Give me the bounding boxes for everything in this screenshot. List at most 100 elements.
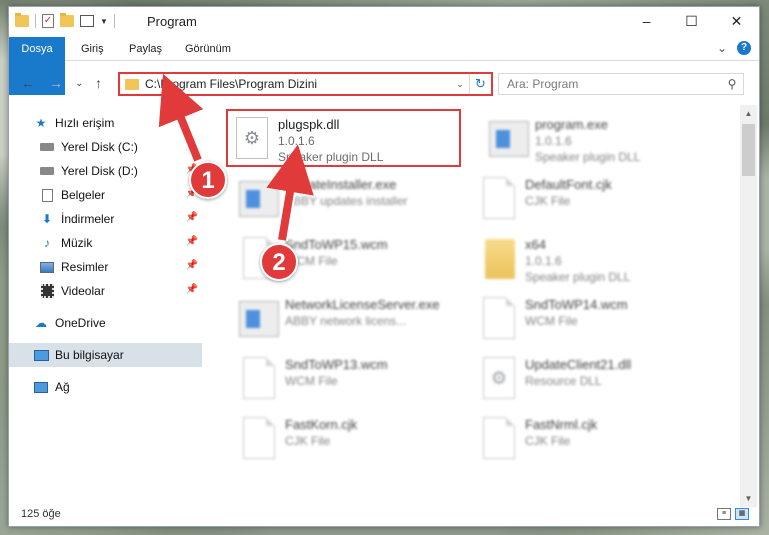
file-name: plugspk.dll — [278, 117, 340, 132]
sidebar-item-label: Ağ — [55, 380, 70, 394]
file-item-program-exe[interactable]: program.exe 1.0.1.6 Speaker plugin DLL — [485, 111, 720, 169]
toolbar-separator — [113, 14, 115, 28]
computer-icon — [33, 348, 49, 362]
customize-icon[interactable] — [80, 15, 94, 27]
file-type: CJK File — [285, 434, 331, 448]
step-1-badge: 1 — [189, 161, 227, 199]
toolbar-separator — [35, 14, 36, 28]
minimize-button[interactable]: – — [624, 7, 669, 37]
sidebar-item-this-pc[interactable]: Bu bilgisayar — [9, 343, 202, 367]
file-type: WCM File — [285, 374, 338, 388]
drive-icon — [39, 140, 55, 154]
expand-ribbon-icon[interactable]: ⌄ — [717, 41, 727, 55]
document-icon — [479, 295, 519, 343]
file-item-updateclient21-dll[interactable]: ⚙ UpdateClient21.dll Resource DLL — [475, 351, 710, 409]
file-item-fastkorn-cjk[interactable]: FastKorn.cjk CJK File — [235, 411, 470, 469]
window-title: Program — [147, 14, 197, 29]
file-name: program.exe — [535, 117, 608, 132]
sidebar-item-pictures[interactable]: Resimler 📌 — [39, 255, 202, 279]
close-button[interactable]: ✕ — [714, 7, 759, 37]
document-icon — [479, 175, 519, 223]
documents-icon — [39, 188, 55, 202]
videos-icon — [39, 284, 55, 298]
sidebar-item-label: Hızlı erişim — [55, 116, 115, 130]
document-icon — [239, 415, 279, 463]
refresh-icon[interactable]: ↻ — [469, 74, 491, 94]
sidebar-item-onedrive[interactable]: ☁ OneDrive — [33, 311, 202, 335]
search-icon: ⚲ — [727, 77, 737, 91]
scrollbar-thumb[interactable] — [742, 124, 755, 176]
address-bar[interactable]: C:\Program Files\Program Dizini ⌄ ↻ — [118, 72, 493, 96]
pin-icon[interactable]: 📌 — [186, 284, 198, 295]
file-type: CJK File — [525, 434, 571, 448]
file-name: SndToWP13.wcm — [285, 357, 388, 372]
drive-icon — [39, 164, 55, 178]
scroll-up-icon[interactable]: ▲ — [740, 105, 757, 122]
sidebar-item-quick-access[interactable]: ★ Hızlı erişim — [33, 111, 202, 135]
maximize-button[interactable]: ☐ — [669, 7, 714, 37]
sidebar-item-documents[interactable]: Belgeler 📌 — [39, 183, 202, 207]
folder-icon[interactable] — [15, 13, 29, 27]
exe-icon — [489, 115, 529, 163]
sidebar-item-disk-d[interactable]: Yerel Disk (D:) 📌 — [39, 159, 202, 183]
sidebar-item-network[interactable]: Ağ — [33, 375, 202, 399]
sidebar-item-label: Yerel Disk (D:) — [61, 164, 138, 178]
help-icon[interactable]: ? — [737, 41, 751, 55]
file-description: Speaker plugin DLL — [278, 150, 384, 164]
file-list: ⚙ plugspk.dll 1.0.1.6 Speaker plugin DLL… — [209, 105, 739, 505]
file-item-sndtowp13-wcm[interactable]: SndToWP13.wcm WCM File — [235, 351, 470, 409]
tab-view[interactable]: Görünüm — [175, 37, 241, 61]
network-icon — [33, 380, 49, 394]
tab-share[interactable]: Paylaş — [119, 37, 172, 61]
file-item-sndtowp14-wcm[interactable]: SndToWP14.wcm WCM File — [475, 291, 710, 349]
file-name: SndToWP15.wcm — [285, 237, 388, 252]
dll-gear-icon: ⚙ — [479, 355, 519, 403]
file-description: Speaker plugin DLL — [535, 150, 641, 164]
sidebar-item-videos[interactable]: Videolar 📌 — [39, 279, 202, 303]
search-box[interactable]: Ara: Program ⚲ — [498, 73, 744, 95]
properties-check-icon[interactable]: ✓ — [42, 14, 54, 28]
chevron-down-icon[interactable]: ▼ — [100, 17, 108, 26]
navigation-bar: ← → ⌄ ↑ C:\Program Files\Program Dizini … — [9, 69, 759, 99]
tab-home[interactable]: Giriş — [71, 37, 114, 61]
file-item-fastnrml-cjk[interactable]: FastNrml.cjk CJK File — [475, 411, 710, 469]
file-description: ABBY network licens... — [285, 314, 407, 328]
sidebar-item-music[interactable]: ♪ Müzik 📌 — [39, 231, 202, 255]
file-item-updateinstaller-exe[interactable]: UpdateInstaller.exe ABBY updates install… — [235, 171, 470, 229]
file-name: NetworkLicenseServer.exe — [285, 297, 440, 312]
file-version: 1.0.1.6 — [535, 134, 572, 148]
file-description: ABBY updates installer — [285, 194, 408, 208]
file-item-defaultfont-cjk[interactable]: DefaultFont.cjk CJK File — [475, 171, 710, 229]
new-folder-icon[interactable] — [60, 13, 74, 27]
document-icon — [239, 355, 279, 403]
pin-icon[interactable]: 📌 — [186, 260, 198, 271]
sidebar-item-label: Belgeler — [61, 188, 106, 202]
details-view-icon[interactable]: ≡ — [717, 508, 731, 520]
pin-icon[interactable]: 📌 — [186, 212, 198, 223]
dll-gear-icon: ⚙ — [232, 115, 272, 163]
recent-locations-icon[interactable]: ⌄ — [75, 78, 83, 89]
sidebar-item-disk-c[interactable]: Yerel Disk (C:) 📌 — [39, 135, 202, 159]
sidebar-item-label: OneDrive — [55, 316, 106, 330]
pin-icon[interactable]: 📌 — [186, 236, 198, 247]
exe-icon — [239, 295, 279, 343]
forward-arrow-icon[interactable]: → — [49, 75, 63, 91]
pin-icon[interactable]: 📌 — [186, 140, 198, 151]
address-dropdown-icon[interactable]: ⌄ — [451, 79, 469, 90]
file-item-x64[interactable]: x64 1.0.1.6 Speaker plugin DLL — [475, 231, 710, 289]
item-count: 125 öğe — [21, 508, 61, 520]
tiles-view-icon[interactable]: ▦ — [735, 508, 749, 520]
search-input[interactable]: Ara: Program — [507, 77, 721, 91]
sidebar-item-downloads[interactable]: ⬇ İndirmeler 📌 — [39, 207, 202, 231]
address-path[interactable]: C:\Program Files\Program Dizini — [145, 77, 451, 91]
file-type: Resource DLL — [525, 374, 602, 388]
file-item-networklicenseserver-exe[interactable]: NetworkLicenseServer.exe ABBY network li… — [235, 291, 470, 349]
download-icon: ⬇ — [41, 212, 53, 226]
folder-icon — [479, 235, 519, 283]
back-arrow-icon[interactable]: ← — [21, 75, 35, 91]
vertical-scrollbar[interactable]: ▲ ▼ — [740, 105, 757, 507]
file-item-plugspk-dll[interactable]: ⚙ plugspk.dll 1.0.1.6 Speaker plugin DLL — [226, 109, 461, 167]
music-icon: ♪ — [44, 236, 50, 250]
navigation-pane: ★ Hızlı erişim Yerel Disk (C:) 📌 Yerel D… — [9, 105, 204, 505]
up-arrow-icon[interactable]: ↑ — [95, 75, 102, 91]
